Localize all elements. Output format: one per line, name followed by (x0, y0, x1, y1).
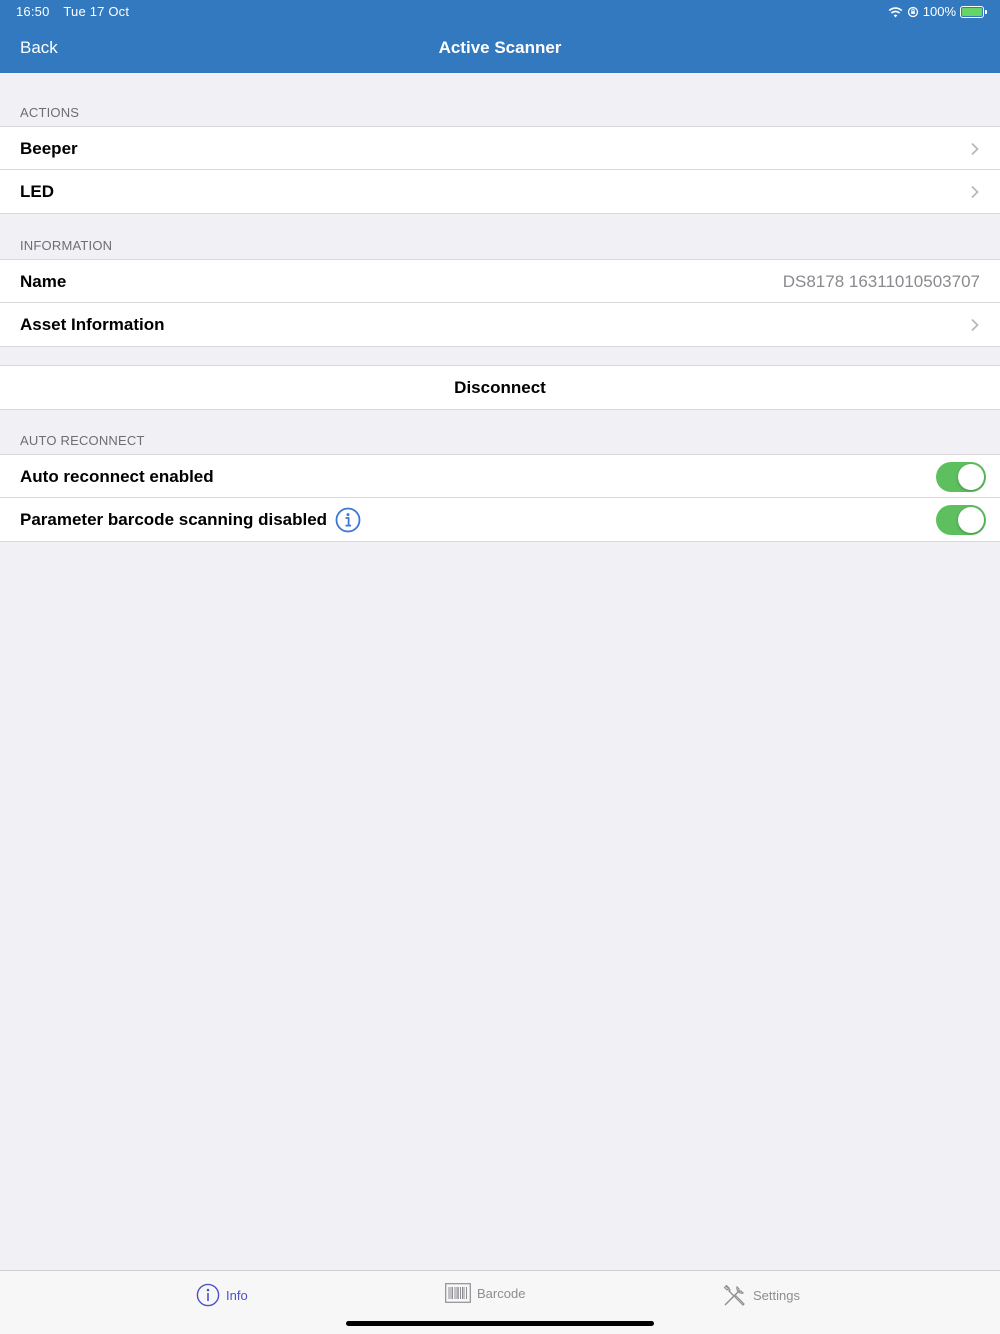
home-indicator (346, 1321, 654, 1326)
section-header-information: INFORMATION (20, 238, 113, 253)
asset-information-row[interactable]: Asset Information (0, 302, 1000, 346)
led-row[interactable]: LED (0, 169, 1000, 213)
tab-info-label: Info (226, 1287, 248, 1303)
battery-charging-icon (960, 5, 987, 18)
disconnect-group: Disconnect (0, 365, 1000, 410)
info-icon (196, 1283, 220, 1307)
beeper-row[interactable]: Beeper (0, 127, 1000, 170)
status-bar-right: 100% (888, 4, 987, 19)
actions-group: Beeper LED (0, 126, 1000, 214)
section-header-auto-reconnect: AUTO RECONNECT (20, 433, 145, 448)
led-label: LED (20, 181, 54, 201)
tab-settings[interactable]: Settings (722, 1283, 800, 1308)
section-header-actions: ACTIONS (20, 105, 80, 120)
auto-reconnect-row: Auto reconnect enabled (0, 455, 1000, 498)
chevron-right-icon (971, 185, 979, 198)
tab-info[interactable]: Info (196, 1283, 248, 1307)
rotation-lock-icon (907, 6, 918, 17)
asset-information-label: Asset Information (20, 314, 165, 334)
disconnect-label: Disconnect (454, 377, 546, 397)
information-group: Name DS8178 16311010503707 Asset Informa… (0, 259, 1000, 347)
info-circle-icon[interactable] (335, 507, 361, 533)
wifi-icon (888, 6, 903, 17)
parameter-barcode-toggle[interactable] (936, 504, 986, 535)
disconnect-button[interactable]: Disconnect (0, 366, 1000, 409)
tools-icon (723, 1284, 745, 1306)
tab-barcode[interactable]: Barcode (445, 1283, 525, 1303)
tab-barcode-label: Barcode (477, 1285, 526, 1301)
chevron-right-icon (971, 142, 979, 155)
name-row: Name DS8178 16311010503707 (0, 260, 1000, 303)
barcode-icon (445, 1283, 471, 1303)
battery-percent: 100% (922, 4, 956, 19)
parameter-barcode-row: Parameter barcode scanning disabled (0, 497, 1000, 541)
chevron-right-icon (971, 318, 979, 331)
parameter-barcode-label: Parameter barcode scanning disabled (20, 509, 328, 529)
auto-reconnect-label: Auto reconnect enabled (20, 466, 214, 486)
beeper-label: Beeper (20, 138, 78, 158)
name-value: DS8178 16311010503707 (782, 271, 980, 291)
name-label: Name (20, 271, 67, 291)
navigation-bar: 16:50 Tue 17 Oct 100% Back Active Scanne… (0, 0, 1000, 73)
status-date: Tue 17 Oct (63, 4, 130, 19)
tab-settings-label: Settings (753, 1288, 800, 1303)
auto-reconnect-toggle[interactable] (936, 461, 986, 492)
page-title: Active Scanner (438, 38, 562, 57)
status-bar-left: 16:50 Tue 17 Oct (16, 4, 129, 19)
auto-reconnect-group: Auto reconnect enabled Parameter barcode… (0, 454, 1000, 542)
status-time: 16:50 (16, 4, 50, 19)
